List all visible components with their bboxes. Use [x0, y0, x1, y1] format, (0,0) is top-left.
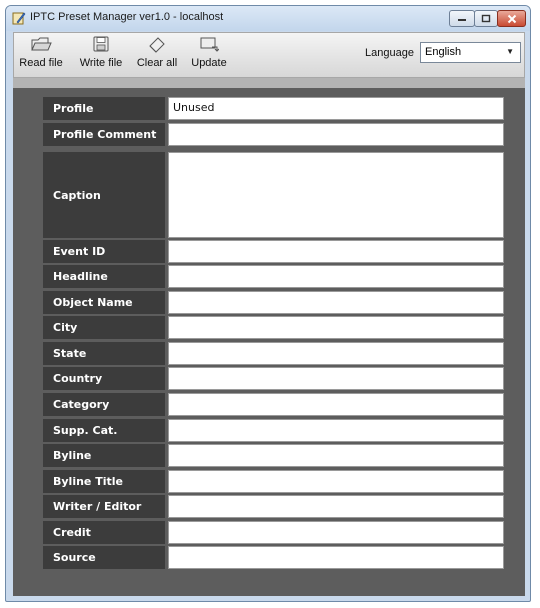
toolbar-divider [13, 78, 525, 88]
chevron-down-icon: ▼ [506, 47, 514, 56]
field-input-caption[interactable] [168, 152, 504, 238]
app-window: IPTC Preset Manager ver1.0 - localhost R… [5, 5, 531, 602]
field-label-category: Category [43, 393, 165, 416]
maximize-button[interactable] [474, 10, 498, 27]
read-file-label: Read file [19, 57, 63, 69]
field-input-event-id[interactable] [168, 240, 504, 263]
field-label-writer-editor: Writer / Editor [43, 495, 165, 518]
field-input-country[interactable] [168, 367, 504, 390]
field-input-headline[interactable] [168, 265, 504, 288]
field-label-supp-cat: Supp. Cat. [43, 419, 165, 442]
field-input-credit[interactable] [168, 521, 504, 544]
save-disk-icon [93, 36, 109, 52]
language-select[interactable]: English ▼ [420, 42, 521, 63]
field-input-profile[interactable]: Unused [168, 97, 504, 120]
field-label-state: State [43, 342, 165, 365]
field-label-credit: Credit [43, 521, 165, 544]
minimize-icon [458, 18, 466, 21]
field-label-byline: Byline [43, 444, 165, 467]
field-input-category[interactable] [168, 393, 504, 416]
field-input-state[interactable] [168, 342, 504, 365]
clear-all-button[interactable]: Clear all [134, 35, 180, 75]
maximize-icon [481, 14, 491, 23]
field-label-object-name: Object Name [43, 291, 165, 314]
language-value: English [425, 46, 462, 58]
field-input-profile-comment[interactable] [168, 123, 504, 146]
open-folder-icon [31, 37, 52, 51]
field-label-event-id: Event ID [43, 240, 165, 263]
field-input-byline-title[interactable] [168, 470, 504, 493]
field-label-city: City [43, 316, 165, 339]
update-icon [200, 37, 219, 52]
field-label-caption: Caption [43, 152, 165, 238]
write-file-button[interactable]: Write file [76, 35, 126, 75]
language-label: Language [365, 47, 414, 59]
field-input-object-name[interactable] [168, 291, 504, 314]
toolbar: Read file Write file Clear all Update La… [13, 32, 525, 78]
update-label: Update [191, 57, 227, 69]
form-panel: Profile Unused Profile Comment Caption E… [13, 88, 525, 596]
minimize-button[interactable] [449, 10, 475, 27]
field-label-profile: Profile [43, 97, 165, 120]
field-input-city[interactable] [168, 316, 504, 339]
field-input-byline[interactable] [168, 444, 504, 467]
field-label-profile-comment: Profile Comment [43, 123, 165, 146]
field-label-country: Country [43, 367, 165, 390]
clear-all-label: Clear all [136, 57, 178, 69]
field-input-source[interactable] [168, 546, 504, 569]
app-icon [12, 12, 26, 25]
field-label-headline: Headline [43, 265, 165, 288]
eraser-icon [149, 37, 165, 53]
title-bar[interactable]: IPTC Preset Manager ver1.0 - localhost [6, 6, 530, 31]
close-button[interactable] [497, 10, 526, 27]
window-title: IPTC Preset Manager ver1.0 - localhost [30, 11, 224, 23]
update-button[interactable]: Update [188, 35, 230, 75]
field-input-writer-editor[interactable] [168, 495, 504, 518]
close-icon [507, 14, 516, 23]
read-file-button[interactable]: Read file [17, 35, 65, 75]
field-label-byline-title: Byline Title [43, 470, 165, 493]
field-input-supp-cat[interactable] [168, 419, 504, 442]
write-file-label: Write file [79, 57, 123, 69]
field-label-source: Source [43, 546, 165, 569]
